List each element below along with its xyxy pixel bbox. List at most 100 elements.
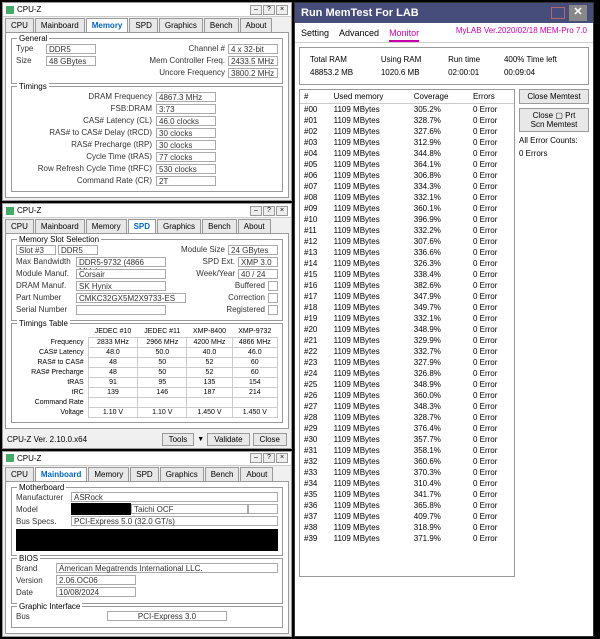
minimize-icon[interactable]: – [250,5,262,15]
tab-mainboard[interactable]: Mainboard [35,18,85,32]
error-count-label: All Error Counts: [519,136,589,145]
minimize-icon[interactable]: – [250,453,262,463]
table-row[interactable]: #191109 MBytes332.1%0 Error [300,313,514,324]
table-row[interactable]: #301109 MBytes357.7%0 Error [300,434,514,445]
tab-advanced[interactable]: Advanced [339,26,379,42]
table-row[interactable]: #001109 MBytes305.2%0 Error [300,104,514,116]
table-row[interactable]: #101109 MBytes396.9%0 Error [300,214,514,225]
table-row[interactable]: #151109 MBytes338.4%0 Error [300,269,514,280]
table-row[interactable]: #041109 MBytes344.8%0 Error [300,148,514,159]
slot-select[interactable]: Slot #3 [16,245,56,255]
redacted-box [16,529,278,551]
tabs: CPUMainboardMemorySPDGraphicsBenchAbout [3,466,291,481]
tab-about[interactable]: About [238,219,271,233]
minimize-icon[interactable]: – [250,206,262,216]
bios-fieldset: BIOS BrandAmerican Megatrends Internatio… [11,558,283,604]
table-row[interactable]: #081109 MBytes332.1%0 Error [300,192,514,203]
table-row[interactable]: #271109 MBytes348.3%0 Error [300,401,514,412]
table-row[interactable]: #361109 MBytes365.8%0 Error [300,500,514,511]
table-row[interactable]: #251109 MBytes348.9%0 Error [300,379,514,390]
table-row[interactable]: #201109 MBytes348.9%0 Error [300,324,514,335]
close-memtest-button[interactable]: Close Memtest [519,89,589,104]
titlebar[interactable]: CPU-Z – ? × [3,3,291,17]
tab-memory[interactable]: Memory [88,467,129,481]
table-row[interactable]: #021109 MBytes327.6%0 Error [300,126,514,137]
tab-graphics[interactable]: Graphics [159,18,203,32]
table-row[interactable]: #331109 MBytes370.3%0 Error [300,467,514,478]
table-row[interactable]: #051109 MBytes364.1%0 Error [300,159,514,170]
table-row[interactable]: #281109 MBytes328.7%0 Error [300,412,514,423]
close-icon[interactable]: × [276,206,288,216]
table-row[interactable]: #011109 MBytes328.7%0 Error [300,115,514,126]
table-row[interactable]: #111109 MBytes332.2%0 Error [300,225,514,236]
help-icon[interactable]: ? [263,5,275,15]
tab-graphics[interactable]: Graphics [157,219,201,233]
tab-about[interactable]: About [240,467,273,481]
tab-bench[interactable]: Bench [205,467,240,481]
tab-mainboard[interactable]: Mainboard [35,219,85,233]
tab-cpu[interactable]: CPU [5,219,34,233]
help-icon[interactable]: ? [263,206,275,216]
close-icon[interactable]: × [276,453,288,463]
window-title: CPU-Z [17,206,41,215]
tab-memory[interactable]: Memory [86,219,127,233]
table-row[interactable]: #141109 MBytes326.3%0 Error [300,258,514,269]
table-row[interactable]: #351109 MBytes341.7%0 Error [300,489,514,500]
table-row[interactable]: #131109 MBytes336.6%0 Error [300,247,514,258]
table-row[interactable]: #231109 MBytes327.9%0 Error [300,357,514,368]
table-row[interactable]: #161109 MBytes382.6%0 Error [300,280,514,291]
timings-fieldset: Timings DRAM Frequency4867.3 MHzFSB:DRAM… [11,86,283,192]
table-row[interactable]: #171109 MBytes347.9%0 Error [300,291,514,302]
table-row[interactable]: #221109 MBytes332.7%0 Error [300,346,514,357]
table-row[interactable]: #391109 MBytes371.9%0 Error [300,533,514,544]
tab-spd[interactable]: SPD [129,18,157,32]
redacted-box [71,503,131,515]
table-row[interactable]: #261109 MBytes360.0%0 Error [300,390,514,401]
window-title: CPU-Z [17,454,41,463]
version-label: CPU-Z Ver. 2.10.0.x64 [7,435,87,444]
tab-cpu[interactable]: CPU [5,18,34,32]
table-row[interactable]: #071109 MBytes334.3%0 Error [300,181,514,192]
camera-icon[interactable] [551,7,565,19]
table-row[interactable]: #311109 MBytes358.1%0 Error [300,445,514,456]
motherboard-fieldset: Motherboard ManufacturerASRock ModelTaic… [11,487,283,556]
validate-button[interactable]: Validate [207,433,249,446]
titlebar[interactable]: CPU-Z – ? × [3,452,291,466]
tab-bench[interactable]: Bench [202,219,237,233]
timings-table-fieldset: Timings Table JEDEC #10JEDEC #11XMP-8400… [11,323,283,423]
table-row[interactable]: #031109 MBytes312.9%0 Error [300,137,514,148]
table-row[interactable]: #181109 MBytes349.7%0 Error [300,302,514,313]
tab-setting[interactable]: Setting [301,26,329,42]
tab-memory[interactable]: Memory [86,18,129,32]
close-icon[interactable]: ✕ [569,5,587,21]
tab-spd[interactable]: SPD [128,219,156,233]
help-icon[interactable]: ? [263,453,275,463]
titlebar[interactable]: CPU-Z – ? × [3,204,291,218]
table-row[interactable]: #241109 MBytes326.8%0 Error [300,368,514,379]
close-button[interactable]: Close [253,433,287,446]
table-row[interactable]: #291109 MBytes376.4%0 Error [300,423,514,434]
table-row[interactable]: #321109 MBytes360.6%0 Error [300,456,514,467]
table-row[interactable]: #341109 MBytes310.4%0 Error [300,478,514,489]
table-row[interactable]: #381109 MBytes318.9%0 Error [300,522,514,533]
close-icon[interactable]: × [276,5,288,15]
tabs: CPUMainboardMemorySPDGraphicsBenchAbout [3,218,291,233]
table-row[interactable]: #061109 MBytes306.8%0 Error [300,170,514,181]
table-row[interactable]: #091109 MBytes360.1%0 Error [300,203,514,214]
tab-monitor[interactable]: Monitor [389,26,419,42]
tab-mainboard[interactable]: Mainboard [35,467,87,481]
titlebar[interactable]: Run MemTest For LAB ✕ [295,3,593,23]
table-row[interactable]: #211109 MBytes329.9%0 Error [300,335,514,346]
table-row[interactable]: #121109 MBytes307.6%0 Error [300,236,514,247]
version-label: MyLAB Ver.2020/02/18 MEM-Pro 7.0 [456,26,587,42]
results-list[interactable]: #Used memoryCoverageErrors#001109 MBytes… [299,89,515,577]
tab-graphics[interactable]: Graphics [160,467,204,481]
tools-button[interactable]: Tools [162,433,195,446]
tab-bench[interactable]: Bench [204,18,239,32]
tab-cpu[interactable]: CPU [5,467,34,481]
tab-about[interactable]: About [240,18,273,32]
tab-spd[interactable]: SPD [130,467,158,481]
table-row[interactable]: #371109 MBytes409.7%0 Error [300,511,514,522]
tabs: CPUMainboardMemorySPDGraphicsBenchAbout [3,17,291,32]
prtscn-button[interactable]: Close ▢ Prt Scn Memtest [519,108,589,132]
